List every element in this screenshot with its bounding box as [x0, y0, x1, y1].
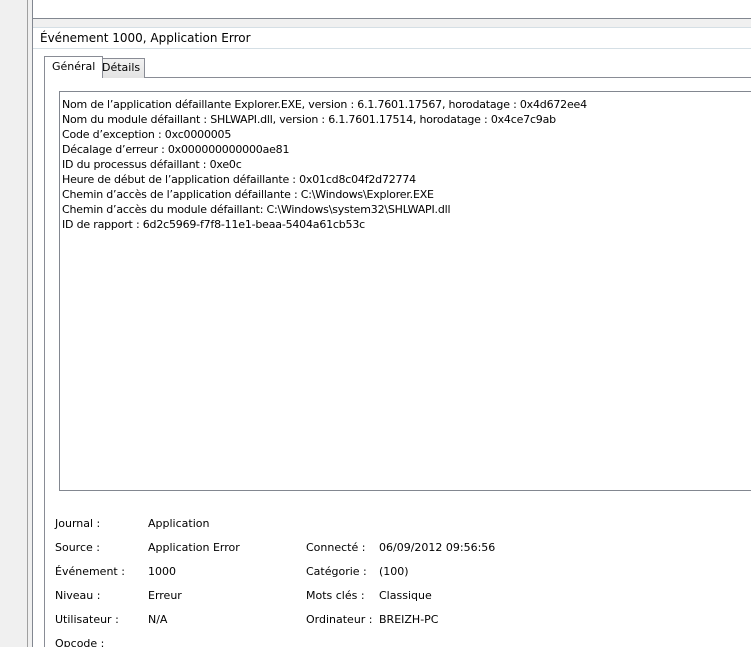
event-title-bar: Événement 1000, Application Error	[33, 28, 751, 49]
description-line: ID du processus défaillant : 0xe0c	[62, 158, 242, 171]
ordinateur-label: Ordinateur :	[306, 613, 373, 626]
connecte-value: 06/09/2012 09:56:56	[379, 541, 496, 554]
event-description[interactable]: Nom de l’application défaillante Explore…	[59, 91, 751, 491]
categorie-value: (100)	[379, 565, 409, 578]
description-line: Chemin d’accès de l’application défailla…	[62, 188, 434, 201]
description-line: Code d’exception : 0xc0000005	[62, 128, 232, 141]
tab-general[interactable]: Général	[44, 56, 104, 78]
evenement-value: 1000	[148, 565, 176, 578]
ordinateur-value: BREIZH-PC	[379, 613, 439, 626]
mots-cles-label: Mots clés :	[306, 589, 365, 602]
journal-value: Application	[148, 517, 210, 530]
description-line: Décalage d’erreur : 0x000000000000ae81	[62, 143, 290, 156]
event-viewer-window: Événement 1000, Application Error Généra…	[0, 0, 751, 647]
description-line: Nom de l’application défaillante Explore…	[62, 98, 587, 111]
description-line: ID de rapport : 6d2c5969-f7f8-11e1-beaa-…	[62, 218, 365, 231]
navigation-pane-edge	[0, 0, 27, 647]
tab-details-label: Détails	[102, 61, 141, 74]
event-title: Événement 1000, Application Error	[40, 31, 251, 45]
journal-label: Journal :	[55, 517, 101, 530]
description-text: Nom de l’application défaillante Explore…	[62, 97, 587, 232]
categorie-label: Catégorie :	[306, 565, 367, 578]
opcode-label: Opcode :	[55, 637, 105, 647]
source-value: Application Error	[148, 541, 240, 554]
event-list[interactable]	[33, 0, 751, 19]
general-tab-panel: Nom de l’application défaillante Explore…	[44, 77, 751, 647]
niveau-label: Niveau :	[55, 589, 101, 602]
connecte-label: Connecté :	[306, 541, 366, 554]
description-line: Chemin d’accès du module défaillant: C:\…	[62, 203, 451, 216]
description-line: Nom du module défaillant : SHLWAPI.dll, …	[62, 113, 556, 126]
tab-details[interactable]: Détails	[97, 58, 146, 78]
utilisateur-value: N/A	[148, 613, 168, 626]
description-line: Heure de début de l’application défailla…	[62, 173, 416, 186]
source-label: Source :	[55, 541, 100, 554]
utilisateur-label: Utilisateur :	[55, 613, 119, 626]
pane-separator[interactable]	[33, 19, 751, 27]
tab-general-label: Général	[52, 60, 96, 73]
mots-cles-value: Classique	[379, 589, 432, 602]
evenement-label: Événement :	[55, 565, 125, 578]
event-details-pane: Événement 1000, Application Error Généra…	[33, 27, 751, 647]
niveau-value: Erreur	[148, 589, 182, 602]
